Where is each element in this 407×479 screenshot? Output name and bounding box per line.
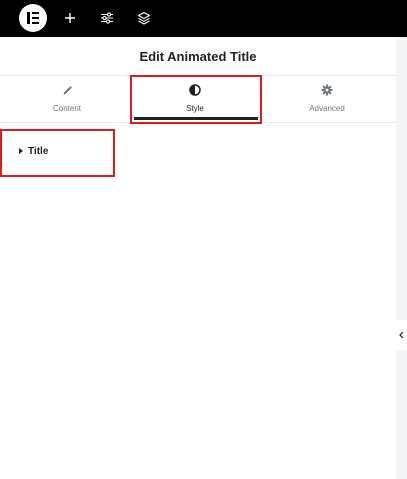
gear-icon [262,83,392,97]
panel-tabs: Content Style Advanced [0,76,396,123]
collapse-panel-button[interactable] [396,320,407,350]
section-title-label: Title [28,146,49,157]
tab-advanced[interactable]: Advanced [262,76,392,122]
tab-style-label: Style [186,104,204,113]
panel-edge [396,37,407,479]
active-tab-indicator [134,117,258,120]
section-title-toggle[interactable]: Title [0,133,114,173]
pencil-icon [2,83,132,97]
tab-advanced-label: Advanced [309,104,345,113]
sliders-icon[interactable] [97,8,117,28]
plus-icon[interactable] [60,8,80,28]
layers-icon[interactable] [134,8,154,28]
tab-content-label: Content [52,104,82,113]
half-circle-icon [130,83,260,97]
panel-header: Edit Animated Title [0,37,396,76]
chevron-left-icon [399,331,404,339]
panel-title: Edit Animated Title [139,48,257,64]
editor-panel: Edit Animated Title Content Style Advanc… [0,37,396,479]
elementor-logo-icon[interactable] [19,4,47,32]
top-bar [0,0,407,37]
tab-content[interactable]: Content [2,76,132,122]
tab-style[interactable]: Style [130,76,260,122]
caret-right-icon [19,148,23,154]
